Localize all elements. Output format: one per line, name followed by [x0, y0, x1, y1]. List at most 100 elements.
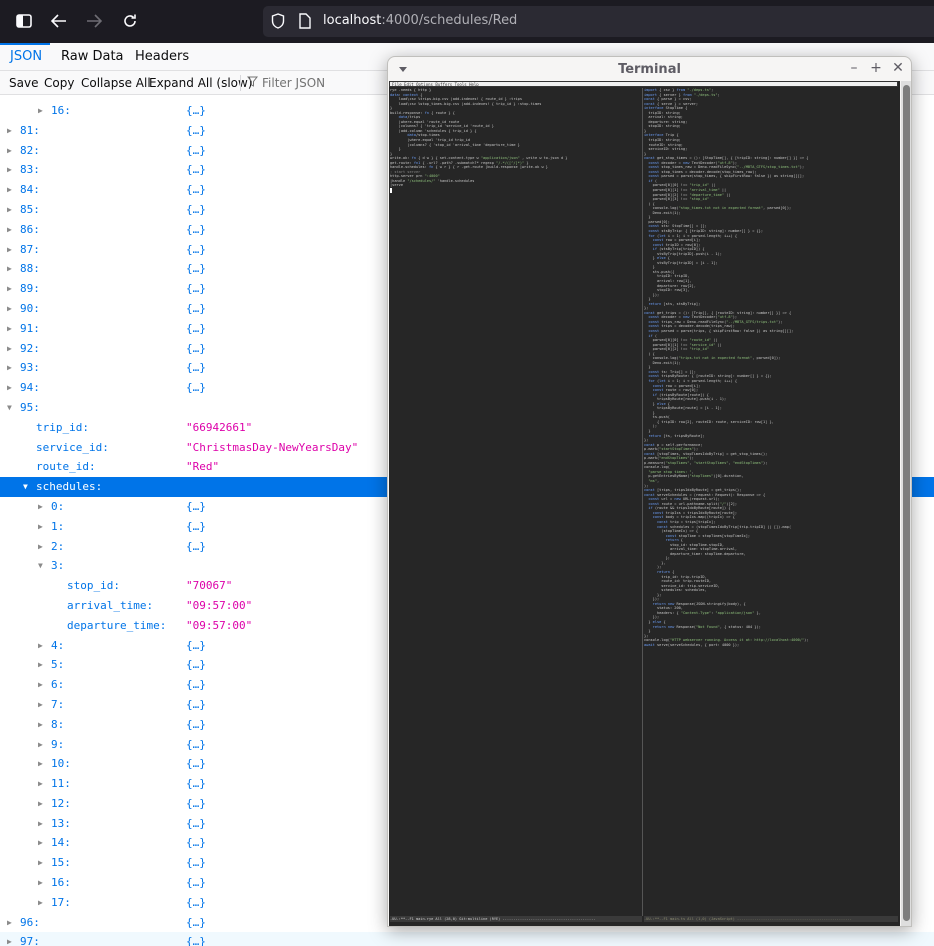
collapsed-twisty-icon[interactable]: ▶ — [7, 319, 17, 339]
collapsed-twisty-icon[interactable]: ▶ — [38, 814, 48, 834]
collapsed-twisty-icon[interactable]: ▶ — [7, 200, 17, 220]
save-button[interactable]: Save — [9, 71, 38, 95]
filter-icon — [246, 71, 259, 95]
collapsed-twisty-icon[interactable]: ▶ — [38, 794, 48, 814]
tree-key: 87: — [20, 242, 40, 256]
tree-row[interactable]: ▶ 97: {…} — [0, 932, 934, 946]
editor-pane-ts[interactable]: import { csv } from "./deps.ts"; import {… — [644, 88, 898, 916]
collapsed-twisty-icon[interactable]: ▶ — [7, 160, 17, 180]
tab-raw-data[interactable]: Raw Data — [61, 43, 124, 71]
tree-value: {…} — [186, 777, 206, 791]
back-arrow-icon[interactable] — [49, 11, 69, 31]
filter-json-input[interactable]: Filter JSON — [246, 71, 326, 95]
forward-arrow-icon[interactable] — [84, 11, 104, 31]
scrollbar-thumb[interactable] — [903, 85, 910, 921]
collapsed-twisty-icon[interactable]: ▶ — [7, 932, 17, 946]
editor-pane-rye[interactable]: rye .needs { http } data: context { load\… — [390, 88, 642, 916]
code-line: |serve — [390, 183, 403, 188]
tree-key: 10: — [51, 757, 71, 771]
collapsed-twisty-icon[interactable]: ▶ — [7, 180, 17, 200]
tree-value: {…} — [186, 123, 206, 137]
tree-value: {…} — [186, 262, 206, 276]
collapsed-twisty-icon[interactable]: ▶ — [7, 339, 17, 359]
collapsed-twisty-icon[interactable]: ▶ — [38, 833, 48, 853]
minimize-icon[interactable]: – — [846, 60, 862, 76]
tree-value: {…} — [186, 242, 206, 256]
tree-key: 9: — [51, 737, 65, 751]
collapsed-twisty-icon[interactable]: ▶ — [38, 873, 48, 893]
collapsed-twisty-icon[interactable]: ▶ — [7, 299, 17, 319]
tree-key: 13: — [51, 816, 71, 830]
tree-key: 0: — [51, 499, 65, 513]
collapsed-twisty-icon[interactable]: ▶ — [7, 240, 17, 260]
collapsed-twisty-icon[interactable]: ▶ — [38, 675, 48, 695]
collapsed-twisty-icon[interactable]: ▶ — [38, 774, 48, 794]
collapse-all-button[interactable]: Collapse All — [81, 71, 151, 95]
tree-value: {…} — [186, 163, 206, 177]
expanded-twisty-icon[interactable]: ▼ — [38, 556, 48, 576]
collapsed-twisty-icon[interactable]: ▶ — [7, 279, 17, 299]
tree-value: "ChristmasDay-NewYearsDay" — [186, 440, 359, 454]
tree-value: {…} — [186, 678, 206, 692]
collapsed-twisty-icon[interactable]: ▶ — [7, 121, 17, 141]
url-path: :4000/schedules/Red — [381, 13, 518, 28]
expanded-twisty-icon[interactable]: ▼ — [7, 398, 17, 418]
url-text[interactable]: localhost:4000/schedules/Red — [323, 13, 517, 28]
collapsed-twisty-icon[interactable]: ▶ — [7, 259, 17, 279]
url-bar[interactable]: localhost:4000/schedules/Red — [263, 6, 934, 37]
tree-value: {…} — [186, 361, 206, 375]
collapsed-twisty-icon[interactable]: ▶ — [7, 141, 17, 161]
filter-placeholder: Filter JSON — [262, 76, 326, 90]
collapsed-twisty-icon[interactable]: ▶ — [38, 735, 48, 755]
collapsed-twisty-icon[interactable]: ▶ — [7, 220, 17, 240]
tree-key: 89: — [20, 282, 40, 296]
tree-value: {…} — [186, 539, 206, 553]
collapsed-twisty-icon[interactable]: ▶ — [38, 537, 48, 557]
tree-value: {…} — [186, 915, 206, 929]
maximize-icon[interactable]: + — [868, 60, 884, 76]
tree-key: 3: — [51, 559, 65, 573]
collapsed-twisty-icon[interactable]: ▶ — [7, 378, 17, 398]
expanded-twisty-icon[interactable]: ▼ — [23, 477, 33, 497]
tree-value: {…} — [186, 836, 206, 850]
tree-value: {…} — [186, 757, 206, 771]
tree-value: {…} — [186, 104, 206, 117]
collapsed-twisty-icon[interactable]: ▶ — [7, 358, 17, 378]
tree-value: {…} — [186, 183, 206, 197]
collapsed-twisty-icon[interactable]: ▶ — [38, 893, 48, 913]
tab-json[interactable]: JSON — [10, 43, 42, 71]
tree-key: arrival_time: — [67, 598, 154, 612]
collapsed-twisty-icon[interactable]: ▶ — [38, 715, 48, 735]
collapsed-twisty-icon[interactable]: ▶ — [38, 655, 48, 675]
copy-button[interactable]: Copy — [44, 71, 74, 95]
emacs-menubar[interactable]: File Edit Options Buffers Tools Help — [389, 81, 898, 87]
tree-value: {…} — [186, 816, 206, 830]
reload-icon[interactable] — [120, 11, 140, 31]
tree-key: route_id: — [36, 460, 96, 474]
tree-key: stop_id: — [67, 579, 120, 593]
tree-key: 82: — [20, 143, 40, 157]
tree-key: 90: — [20, 301, 40, 315]
terminal-scrollbar[interactable] — [901, 81, 911, 926]
collapsed-twisty-icon[interactable]: ▶ — [38, 853, 48, 873]
tab-headers[interactable]: Headers — [135, 43, 189, 71]
tree-key: 88: — [20, 262, 40, 276]
shield-icon[interactable] — [271, 13, 285, 33]
collapsed-twisty-icon[interactable]: ▶ — [38, 101, 48, 121]
tree-value: "09:57:00" — [186, 598, 253, 612]
pane-divider — [642, 88, 643, 916]
close-icon[interactable]: ✕ — [890, 60, 906, 76]
emacs-frame[interactable]: File Edit Options Buffers Tools Help rye… — [389, 81, 900, 926]
expand-all-button[interactable]: Expand All (slow) — [149, 71, 253, 95]
collapsed-twisty-icon[interactable]: ▶ — [38, 636, 48, 656]
collapsed-twisty-icon[interactable]: ▶ — [38, 517, 48, 537]
collapsed-twisty-icon[interactable]: ▶ — [38, 695, 48, 715]
tree-key: 7: — [51, 697, 65, 711]
collapsed-twisty-icon[interactable]: ▶ — [38, 754, 48, 774]
tree-key: 5: — [51, 658, 65, 672]
page-icon[interactable] — [299, 13, 311, 33]
tree-key: 12: — [51, 796, 71, 810]
collapsed-twisty-icon[interactable]: ▶ — [38, 497, 48, 517]
sidebar-toggle-icon[interactable] — [14, 11, 34, 31]
collapsed-twisty-icon[interactable]: ▶ — [7, 913, 17, 933]
